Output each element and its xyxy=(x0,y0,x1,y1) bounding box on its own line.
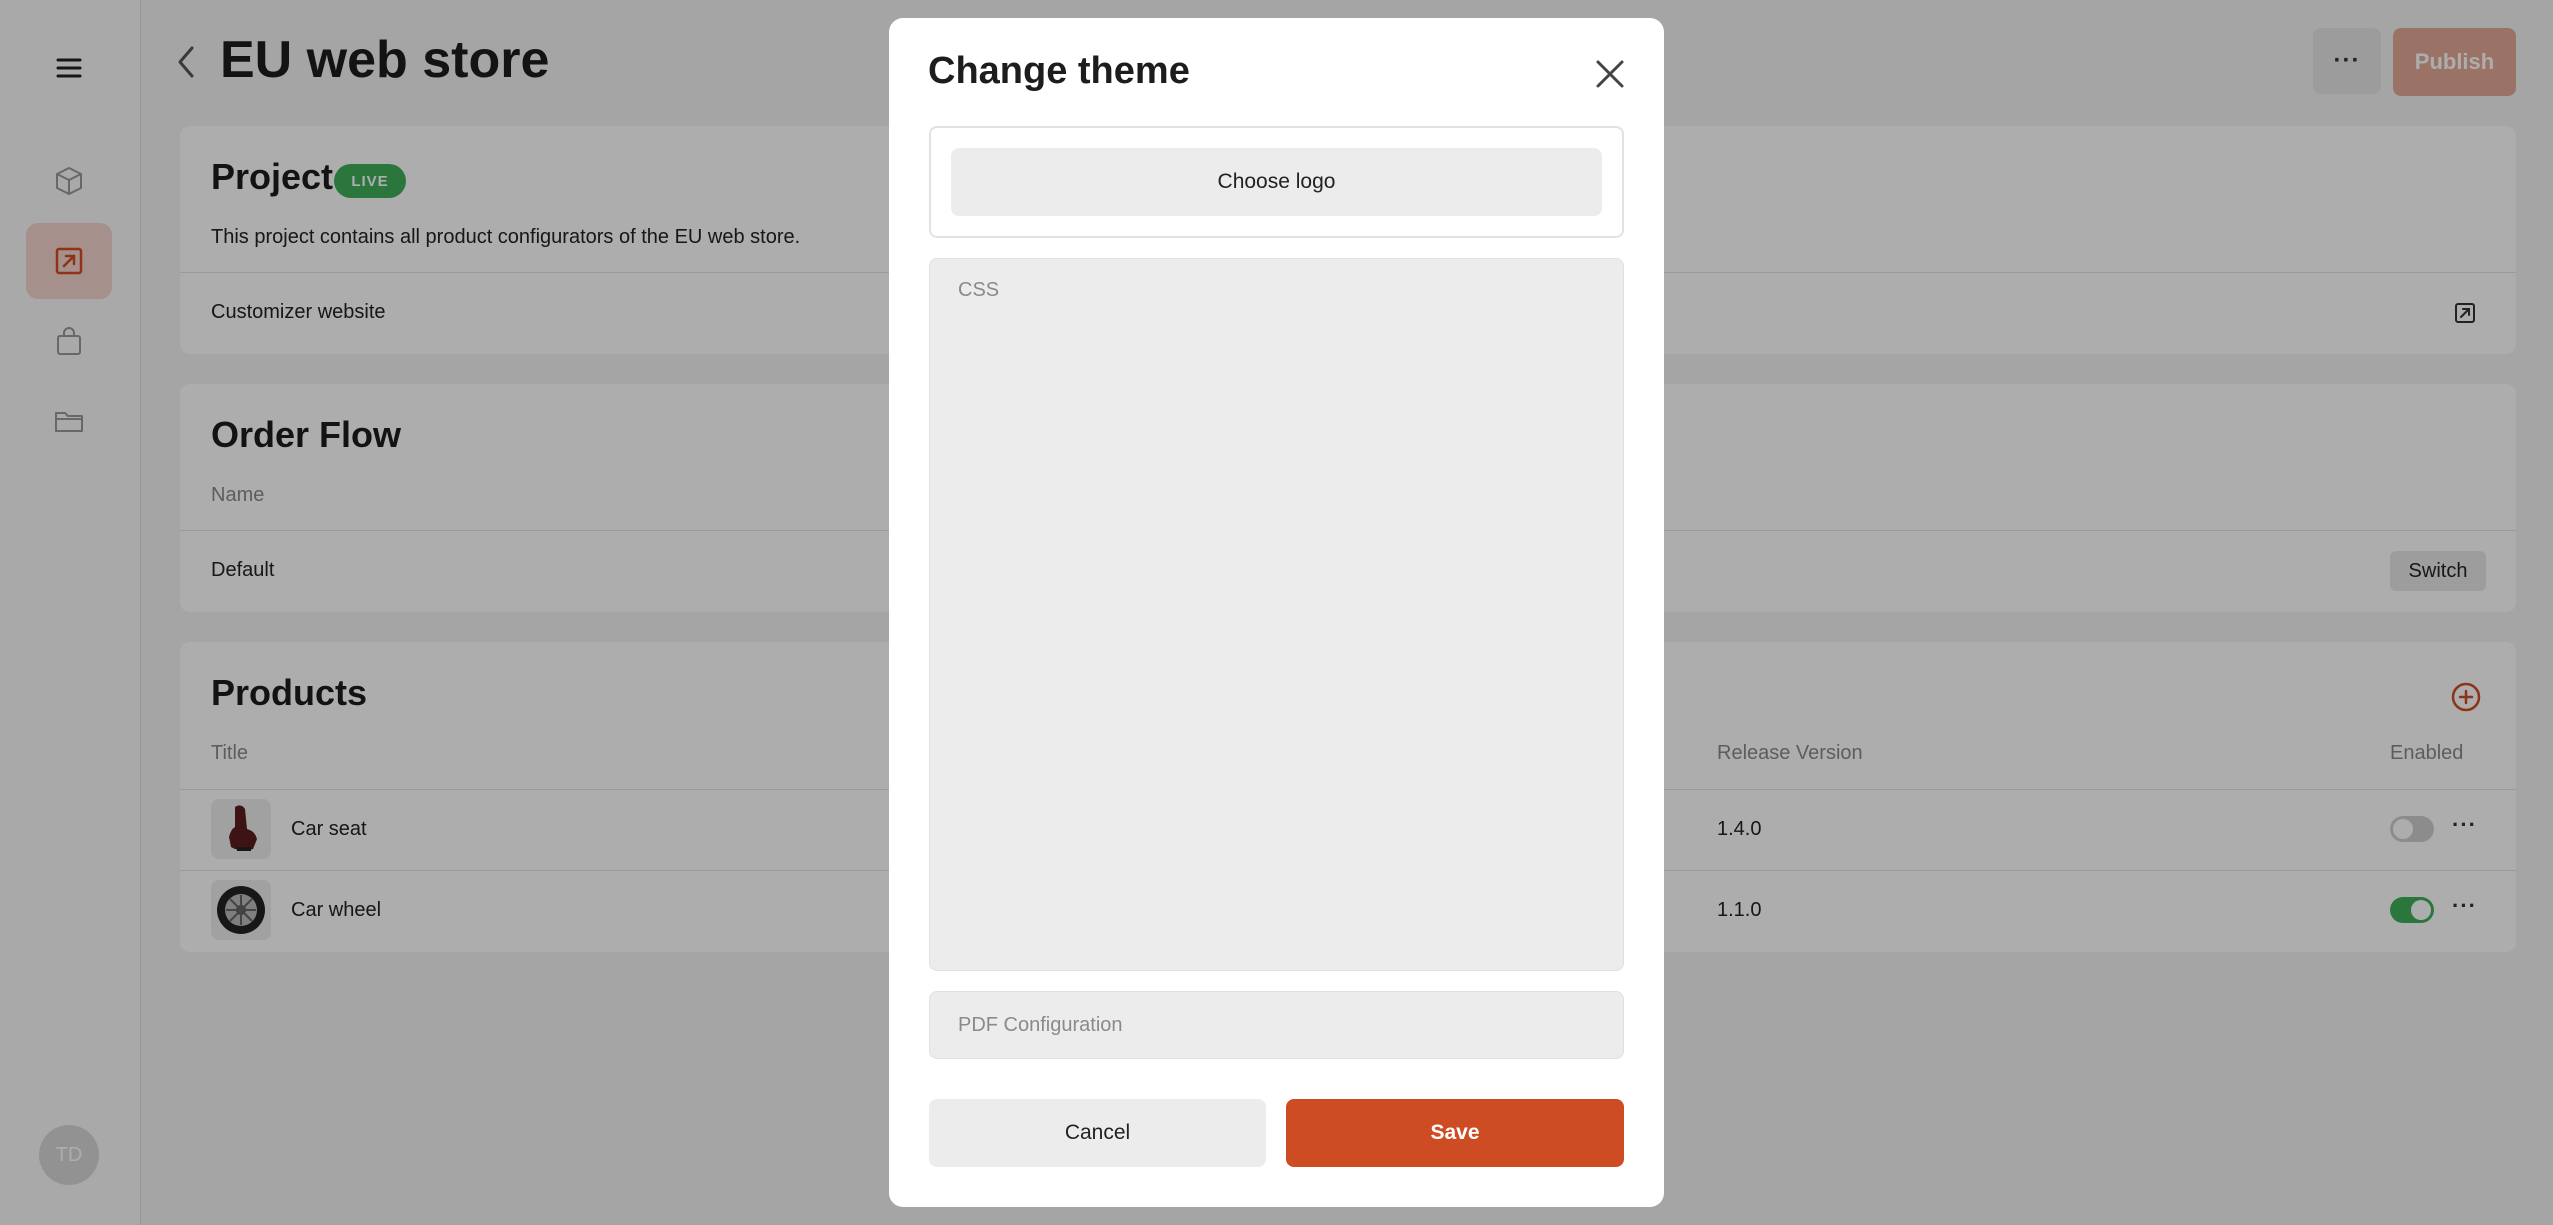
dialog-title: Change theme xyxy=(928,50,1190,92)
change-theme-dialog: Change theme Choose logo Cancel Save xyxy=(889,18,1664,1207)
save-button[interactable]: Save xyxy=(1286,1099,1624,1167)
logo-upload-area: Choose logo xyxy=(929,126,1624,238)
css-textarea[interactable] xyxy=(929,258,1624,971)
cancel-button[interactable]: Cancel xyxy=(929,1099,1266,1167)
choose-logo-button[interactable]: Choose logo xyxy=(951,148,1602,216)
close-icon[interactable] xyxy=(1590,54,1630,94)
pdf-configuration-input[interactable] xyxy=(929,991,1624,1059)
